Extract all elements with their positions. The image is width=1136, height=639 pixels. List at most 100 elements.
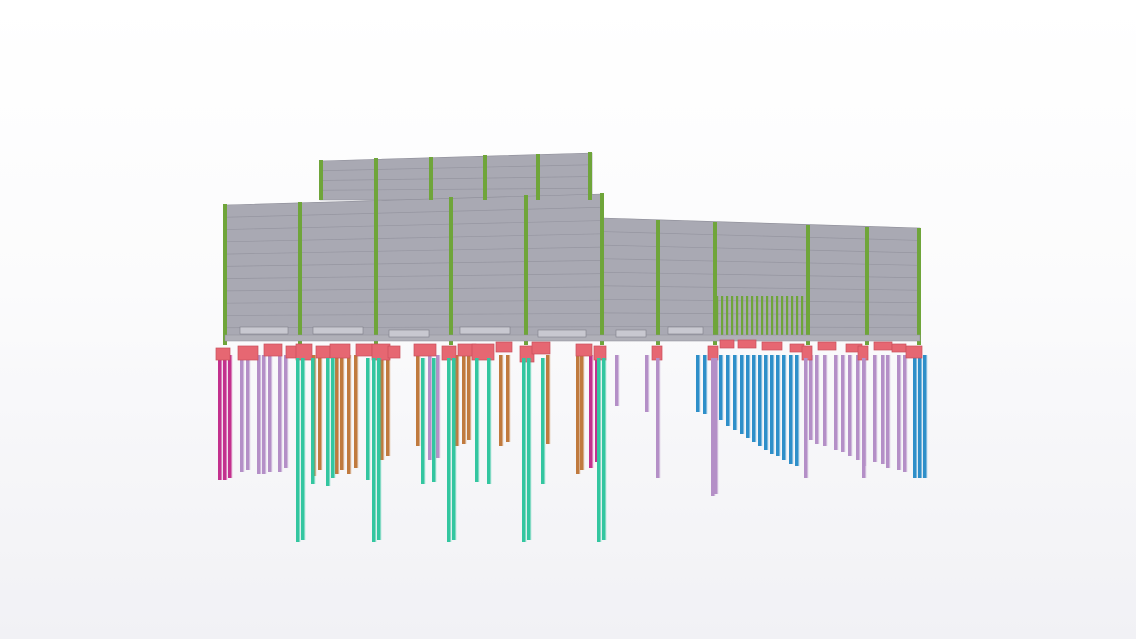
pile-blue — [913, 355, 916, 478]
pile-blue — [764, 355, 767, 450]
pile-teal-shade — [530, 358, 532, 540]
steel-column — [588, 152, 592, 200]
pile-lilac — [284, 355, 287, 468]
pile-teal-shade — [605, 358, 607, 540]
pile-orange — [318, 355, 321, 470]
steel-column — [524, 195, 528, 345]
inner-column — [721, 296, 724, 340]
pile-teal-shade — [600, 358, 602, 542]
pile-magenta-shade — [226, 355, 228, 480]
pile-orange — [506, 355, 509, 442]
pile-lilac — [862, 358, 865, 478]
pile-lilac-shade — [859, 355, 861, 460]
pile-lilac — [257, 355, 260, 474]
pile-lilac — [246, 355, 249, 470]
pile-lilac-shade — [281, 355, 283, 472]
inner-column — [751, 296, 754, 340]
pile-teal-shade — [450, 358, 452, 542]
pile-orange-shade — [338, 355, 340, 474]
pile-orange-shade — [389, 355, 391, 456]
pile-blue — [789, 355, 792, 464]
wall-panels-layer — [224, 152, 921, 341]
pile-teal-shade — [304, 358, 306, 540]
grade-beam — [537, 329, 587, 338]
pile-lilac — [278, 355, 281, 472]
inner-column — [736, 296, 739, 340]
pile-blue-shade — [729, 355, 731, 426]
pile-cap — [531, 341, 551, 355]
pile-cap — [413, 343, 437, 357]
grade-beam — [667, 326, 704, 335]
steel-column — [600, 193, 604, 345]
pile-cap — [263, 343, 283, 357]
pile-blue — [733, 355, 736, 430]
pile-lilac — [615, 355, 618, 406]
pile-lilac-shade — [249, 355, 251, 470]
pile-orange-shade — [502, 355, 504, 446]
pile-cap — [329, 343, 351, 359]
pile-cap — [817, 341, 837, 351]
pile-cap — [737, 339, 757, 349]
pile-teal — [331, 358, 334, 478]
pile-cap — [873, 341, 893, 351]
pile-orange — [340, 355, 343, 470]
pile-teal-shade — [490, 358, 492, 484]
steel-column — [713, 222, 717, 345]
inner-column — [801, 296, 804, 340]
pile-magenta — [589, 355, 592, 468]
pile-cap — [215, 347, 231, 361]
pile-orange-shade — [509, 355, 511, 442]
grade-beam — [615, 329, 647, 338]
pile-orange-shade — [583, 355, 585, 470]
steel-column — [429, 157, 433, 200]
pile-lilac-shade — [900, 355, 902, 470]
steel-column — [298, 202, 302, 345]
inner-column — [741, 296, 744, 340]
pile-teal — [301, 358, 304, 540]
pile-lilac-shade — [876, 355, 878, 462]
steel-column — [656, 220, 660, 345]
pile-orange-shade — [321, 355, 323, 470]
pile-orange — [347, 355, 350, 474]
pile-orange-shade — [549, 355, 551, 444]
pile-blue — [740, 355, 743, 434]
pile-teal — [452, 358, 455, 540]
pile-teal — [541, 358, 544, 484]
pile-lilac-shade — [243, 355, 245, 472]
pile-orange — [386, 355, 389, 456]
pile-blue-shade — [743, 355, 745, 434]
pile-teal-shade — [424, 358, 426, 484]
pile-blue-shade — [761, 355, 763, 446]
pile-blue-shade — [699, 355, 701, 412]
pile-cap — [651, 345, 663, 361]
pile-teal-shade — [314, 358, 316, 484]
pile-blue — [776, 355, 779, 456]
pile-lilac — [804, 358, 807, 478]
inner-column — [761, 296, 764, 340]
piles-back-layer — [218, 355, 928, 480]
pile-cap — [371, 343, 391, 361]
pile-lilac — [834, 355, 837, 450]
inner-column — [796, 296, 799, 340]
pile-teal — [487, 358, 490, 484]
pile-teal — [326, 358, 329, 486]
3d-model-viewport[interactable] — [0, 0, 1136, 639]
pile-blue — [770, 355, 773, 454]
pile-blue — [726, 355, 729, 426]
inner-column — [776, 296, 779, 340]
structural-model-scene[interactable] — [0, 0, 1136, 639]
pile-teal-shade — [375, 358, 377, 542]
pile-magenta — [223, 355, 226, 480]
pile-blue-shade — [736, 355, 738, 430]
pile-teal — [447, 358, 450, 542]
steel-column — [374, 158, 378, 200]
pile-blue — [703, 355, 706, 414]
pile-blue-shade — [792, 355, 794, 464]
pile-magenta-shade — [592, 355, 594, 468]
pile-lilac-shade — [659, 358, 661, 478]
pile-blue — [758, 355, 761, 446]
pile-cap — [719, 339, 735, 349]
grade-beam — [459, 326, 511, 335]
pile-lilac-shade — [717, 358, 719, 494]
pile-lilac — [240, 355, 243, 472]
